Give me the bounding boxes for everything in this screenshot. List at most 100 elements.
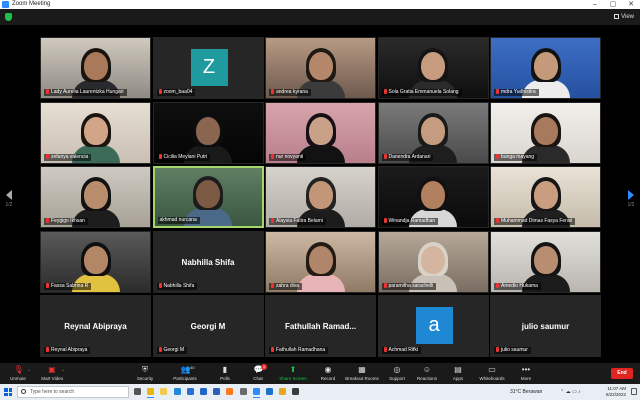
participant-tile[interactable]: julio saumur julio saumur [490, 295, 601, 357]
participant-tile[interactable]: Feygigo Ikhsan [40, 166, 151, 228]
participant-tile[interactable]: paramitha sarachelli [377, 230, 489, 293]
participant-tile[interactable]: Reynal Abipraya Reynal Abipraya [40, 295, 151, 357]
system-tray-icons[interactable]: ⌃ ☁ ▭ ♪ [560, 384, 581, 400]
minimize-icon[interactable]: – [586, 0, 604, 9]
grid-view-icon [614, 14, 620, 19]
participant-name-tag: Amedio Hukama [494, 282, 541, 290]
participant-silhouette [296, 240, 345, 292]
close-icon[interactable]: ✕ [622, 0, 640, 9]
participant-tile[interactable]: Lady Aurelia Laurentzka Hungari [40, 37, 151, 99]
app-icon[interactable] [290, 386, 301, 398]
participant-name-tag: julio saumur [494, 347, 531, 354]
participant-tile[interactable]: Fassa Sabrina R [40, 230, 151, 293]
store-icon[interactable] [185, 386, 196, 398]
security-label: Security [136, 376, 154, 381]
unmute-label: Unmute [10, 376, 26, 381]
participant-name-tag: Danendra Ardanari [381, 153, 434, 161]
encryption-shield-icon[interactable] [5, 13, 12, 21]
participant-tile[interactable]: andrea kyrana [265, 37, 376, 99]
mail-icon[interactable] [198, 386, 209, 398]
settings-icon[interactable] [238, 386, 249, 398]
participant-tile[interactable]: mdra Yudhistira [490, 37, 601, 99]
start-video-button[interactable]: ▣ Start Video ^ [30, 365, 74, 381]
participant-tile[interactable]: nur novyanti [265, 101, 376, 164]
chevron-up-icon[interactable]: ^ [62, 368, 64, 373]
notification-icon[interactable] [631, 388, 637, 395]
participant-tile[interactable]: zahra diva [265, 230, 376, 293]
participant-name: mdra Yudhistira [501, 89, 536, 95]
support-icon: ◎ [393, 365, 401, 374]
participants-button[interactable]: 👥 40 Participants [163, 365, 207, 381]
taskbar-clock[interactable]: 11:07 AM 8/22/2022 [596, 386, 626, 398]
participant-name: Winandja Ramadhan [388, 218, 436, 224]
participant-display-name: Georgi M [190, 322, 226, 331]
participant-tile[interactable]: Danendra Ardanari [377, 101, 489, 164]
mic-muted-icon [271, 218, 274, 223]
avatar: a [415, 307, 453, 344]
windows-start-icon[interactable] [4, 388, 12, 396]
mic-muted-icon [46, 218, 49, 223]
participant-name: julio saumur [501, 347, 528, 353]
participant-tile[interactable]: Zzoom_baa04 [152, 37, 264, 99]
participant-tile[interactable]: zefanya valencia [40, 101, 151, 164]
participant-name-tag: Sola Gratia Emmanuela Solang [381, 89, 462, 96]
participant-tile[interactable]: Nabhilla Shifa Nabhilla Shifa [152, 230, 264, 293]
more-button[interactable]: ••• More [504, 365, 548, 381]
weather-widget[interactable]: 31°C Berawan [510, 384, 542, 400]
participant-display-name: Fathullah Ramad... [284, 322, 357, 331]
participant-tile[interactable]: Winandja Ramadhan [377, 166, 489, 228]
word-icon[interactable] [211, 386, 222, 398]
next-page-button[interactable]: 1/2 [625, 190, 637, 208]
participant-name: Danendra Ardanari [388, 153, 431, 160]
windows-taskbar: Type here to search 31°C Berawan ⌃ ☁ ▭ ♪… [0, 384, 640, 400]
mic-muted-icon [496, 153, 499, 159]
participant-name: akhmad nurcana [159, 217, 197, 223]
participant-name-tag: Alaysia Fatira Belami [269, 218, 326, 225]
share-screen-label: Share Screen [279, 376, 307, 381]
participant-name-tag: zahra diva [269, 282, 303, 290]
explorer-icon[interactable] [158, 386, 169, 398]
participant-name: Cicilia Meylani Putri [163, 153, 208, 160]
view-button[interactable]: View [614, 12, 634, 22]
taskbar-search-box[interactable]: Type here to search [17, 386, 129, 398]
participant-name: Georgi M [163, 347, 185, 353]
ie-icon[interactable] [264, 386, 275, 398]
participant-name: Nabhilla Shifa [163, 282, 195, 289]
security-button[interactable]: ⛨ Security [123, 365, 167, 381]
zoom-icon[interactable] [251, 386, 262, 398]
participant-tile[interactable]: Amedio Hukama [490, 230, 601, 293]
participant-tile[interactable]: Fathullah Ramad... Fathullah Ramadhana [265, 295, 376, 357]
mic-muted-icon [496, 347, 499, 352]
participant-tile[interactable]: Georgi M Georgi M [152, 295, 264, 357]
firefox-icon[interactable] [224, 386, 235, 398]
participant-name-tag: Fathullah Ramadhana [269, 347, 329, 354]
support-label: Support [389, 376, 405, 381]
folder-icon[interactable] [277, 386, 288, 398]
view-label: View [621, 14, 634, 20]
participant-tile[interactable]: akhmad nurcana [152, 166, 264, 228]
mic-muted-icon [271, 153, 274, 159]
previous-page-button[interactable]: 1/2 [3, 190, 15, 208]
edge-icon[interactable] [172, 386, 183, 398]
maximize-icon[interactable]: ▢ [604, 0, 622, 9]
participant-tile[interactable]: Cicilia Meylani Putri [152, 101, 264, 164]
reactions-label: Reactions [416, 376, 437, 381]
participant-name-tag: paramitha sarachelli [381, 282, 437, 290]
participant-name: paramitha sarachelli [388, 282, 434, 289]
page-indicator-right: 1/2 [627, 202, 635, 208]
end-meeting-button[interactable]: End [611, 368, 633, 379]
chrome-icon[interactable] [145, 386, 156, 398]
participant-tile[interactable]: Sola Gratia Emmanuela Solang [377, 37, 489, 99]
participant-name-tag: akhmad nurcana [157, 217, 200, 224]
participant-tile[interactable]: bunga mayang [490, 101, 601, 164]
participant-tile[interactable]: Muhammad Dimas Fasya Ferari [490, 166, 601, 228]
participant-name-tag: Lady Aurelia Laurentzka Hungari [44, 89, 127, 96]
task-view-icon[interactable] [132, 386, 143, 398]
participant-display-name: julio saumur [521, 322, 570, 331]
participant-display-name: Nabhilla Shifa [181, 257, 235, 267]
mic-muted-icon [158, 347, 162, 352]
participant-tile[interactable]: Alaysia Fatira Belami [265, 166, 376, 228]
participant-tile[interactable]: a Achmad Rifki [377, 295, 489, 357]
participant-name: Sola Gratia Emmanuela Solang [388, 89, 459, 95]
mic-muted-icon [383, 347, 387, 352]
